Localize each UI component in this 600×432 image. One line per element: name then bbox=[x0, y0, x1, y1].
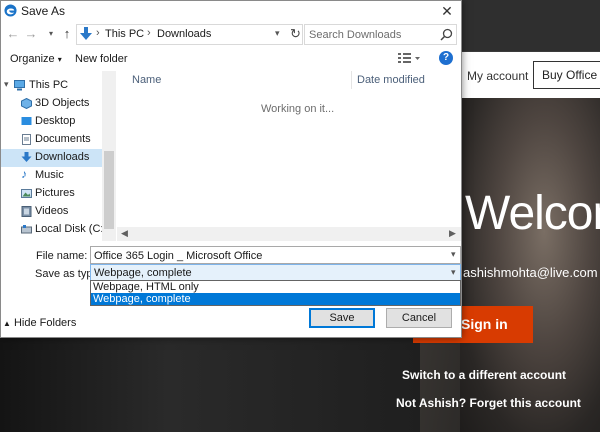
breadcrumb-separator-icon: › bbox=[96, 27, 100, 39]
nav-item-label: Desktop bbox=[35, 115, 76, 127]
music-icon: ♪ bbox=[21, 167, 27, 181]
nav-item-desktop[interactable]: Desktop bbox=[1, 113, 102, 131]
picture-icon bbox=[21, 189, 32, 198]
navigation-scrollbar[interactable] bbox=[102, 71, 116, 241]
nav-item-documents[interactable]: Documents bbox=[1, 131, 102, 149]
file-name-label: File name: bbox=[36, 250, 88, 262]
chevron-up-icon: ▲ bbox=[3, 319, 11, 328]
cancel-button[interactable]: Cancel bbox=[386, 308, 452, 328]
scroll-right-icon[interactable]: ▶ bbox=[449, 228, 456, 239]
desktop-icon bbox=[21, 117, 32, 125]
type-option-complete[interactable]: Webpage, complete bbox=[91, 293, 460, 305]
scroll-left-icon[interactable]: ◀ bbox=[121, 228, 128, 239]
save-as-type-dropdown: Webpage, HTML only Webpage, complete bbox=[90, 280, 461, 306]
browser-tab-strip bbox=[460, 0, 600, 52]
chevron-down-icon[interactable]: ▾ bbox=[451, 249, 456, 260]
close-button[interactable]: ✕ bbox=[433, 1, 461, 21]
help-button[interactable]: ? bbox=[439, 51, 453, 65]
disk-icon bbox=[21, 225, 32, 234]
nav-item-local-disk[interactable]: Local Disk (C:) bbox=[1, 221, 107, 239]
edge-icon bbox=[4, 4, 17, 17]
nav-item-label: Documents bbox=[35, 133, 91, 145]
save-as-type-value: Webpage, complete bbox=[94, 267, 192, 279]
chevron-down-icon: ▾ bbox=[48, 29, 53, 38]
horizontal-scrollbar[interactable]: ◀ ▶ bbox=[117, 227, 461, 241]
cube-icon bbox=[21, 98, 32, 109]
recent-locations-button[interactable]: ▾ bbox=[43, 25, 59, 43]
column-divider[interactable] bbox=[351, 71, 352, 89]
close-icon: ✕ bbox=[441, 3, 453, 19]
nav-item-music[interactable]: ♪ Music bbox=[1, 167, 102, 185]
hide-folders-label: Hide Folders bbox=[13, 317, 77, 329]
nav-item-label: Pictures bbox=[35, 187, 75, 199]
chevron-down-icon: ▾ bbox=[4, 79, 9, 89]
chevron-down-icon: ▾ bbox=[57, 55, 62, 64]
loading-status: Working on it... bbox=[261, 103, 335, 115]
file-name-field[interactable]: ▾ bbox=[90, 246, 461, 264]
nav-item-label: This PC bbox=[29, 79, 69, 91]
view-options-icon[interactable] bbox=[397, 51, 421, 65]
organize-label: Organize bbox=[10, 53, 55, 65]
nav-item-videos[interactable]: Videos bbox=[1, 203, 102, 221]
column-date-modified[interactable]: Date modified bbox=[357, 74, 425, 86]
breadcrumb-separator-icon: › bbox=[147, 27, 151, 39]
nav-item-label: Local Disk (C:) bbox=[35, 223, 108, 235]
forward-button[interactable]: → bbox=[23, 25, 39, 43]
nav-item-label: 3D Objects bbox=[35, 97, 90, 109]
hide-folders-toggle[interactable]: ▲ Hide Folders bbox=[3, 317, 76, 329]
forget-account-link[interactable]: Not Ashish? Forget this account bbox=[396, 396, 581, 410]
my-account-link[interactable]: My account bbox=[467, 69, 528, 83]
download-icon bbox=[80, 27, 92, 40]
up-button[interactable]: ↑ bbox=[59, 25, 75, 43]
up-arrow-icon: ↑ bbox=[63, 26, 71, 41]
file-list-pane: Name Date modified Working on it... bbox=[117, 71, 461, 241]
forward-arrow-icon: → bbox=[24, 26, 38, 41]
search-input[interactable] bbox=[309, 27, 435, 42]
laptop-photo-area bbox=[0, 338, 420, 432]
file-name-input[interactable] bbox=[94, 248, 434, 263]
save-as-type-select[interactable]: Webpage, complete ▾ bbox=[90, 264, 461, 281]
address-dropdown-icon[interactable]: ▾ bbox=[275, 28, 280, 39]
nav-item-3d-objects[interactable]: 3D Objects bbox=[1, 95, 102, 113]
account-email: ashishmohta@live.com bbox=[463, 265, 598, 280]
title-bar: Save As ✕ bbox=[1, 1, 461, 21]
nav-item-label: Videos bbox=[35, 205, 69, 217]
nav-item-label: Downloads bbox=[35, 151, 90, 163]
nav-item-label: Music bbox=[35, 169, 64, 181]
nav-item-pictures[interactable]: Pictures bbox=[1, 185, 102, 203]
new-folder-button[interactable]: New folder bbox=[75, 53, 128, 65]
address-bar[interactable]: › This PC › Downloads ▾ ↻ bbox=[76, 24, 303, 45]
switch-account-link[interactable]: Switch to a different account bbox=[402, 368, 566, 382]
save-button[interactable]: Save bbox=[309, 308, 375, 328]
buy-office-button[interactable]: Buy Office 365 bbox=[533, 61, 600, 89]
search-box[interactable] bbox=[304, 24, 457, 45]
organize-menu[interactable]: Organize ▾ bbox=[10, 53, 62, 65]
save-as-dialog: Save As ✕ ← → ▾ ↑ › This PC › Downloads … bbox=[0, 0, 462, 338]
refresh-icon[interactable]: ↻ bbox=[290, 26, 301, 42]
column-header-row: Name Date modified bbox=[117, 71, 461, 89]
document-icon bbox=[22, 134, 31, 145]
nav-item-downloads[interactable]: Downloads bbox=[1, 149, 102, 167]
command-bar: Organize ▾ New folder ? bbox=[1, 47, 461, 69]
column-name[interactable]: Name bbox=[132, 74, 161, 86]
navigation-pane: ▾ This PC 3D Objects Desktop Documents D… bbox=[1, 71, 116, 241]
navigation-bar: ← → ▾ ↑ › This PC › Downloads ▾ ↻ bbox=[1, 22, 461, 46]
welcome-heading: Welcome bbox=[465, 187, 600, 240]
type-option-html-only[interactable]: Webpage, HTML only bbox=[91, 281, 460, 293]
video-icon bbox=[21, 206, 32, 217]
computer-icon bbox=[14, 80, 25, 91]
download-icon bbox=[21, 152, 32, 162]
back-arrow-icon: ← bbox=[6, 26, 20, 41]
breadcrumb-downloads[interactable]: Downloads bbox=[157, 28, 211, 40]
back-button[interactable]: ← bbox=[5, 25, 21, 43]
dialog-title: Save As bbox=[21, 4, 66, 18]
search-icon bbox=[440, 28, 453, 41]
breadcrumb-this-pc[interactable]: This PC bbox=[105, 28, 144, 40]
nav-item-this-pc[interactable]: ▾ This PC bbox=[1, 77, 102, 95]
scrollbar-thumb[interactable] bbox=[104, 151, 114, 229]
chevron-down-icon: ▾ bbox=[451, 267, 456, 277]
